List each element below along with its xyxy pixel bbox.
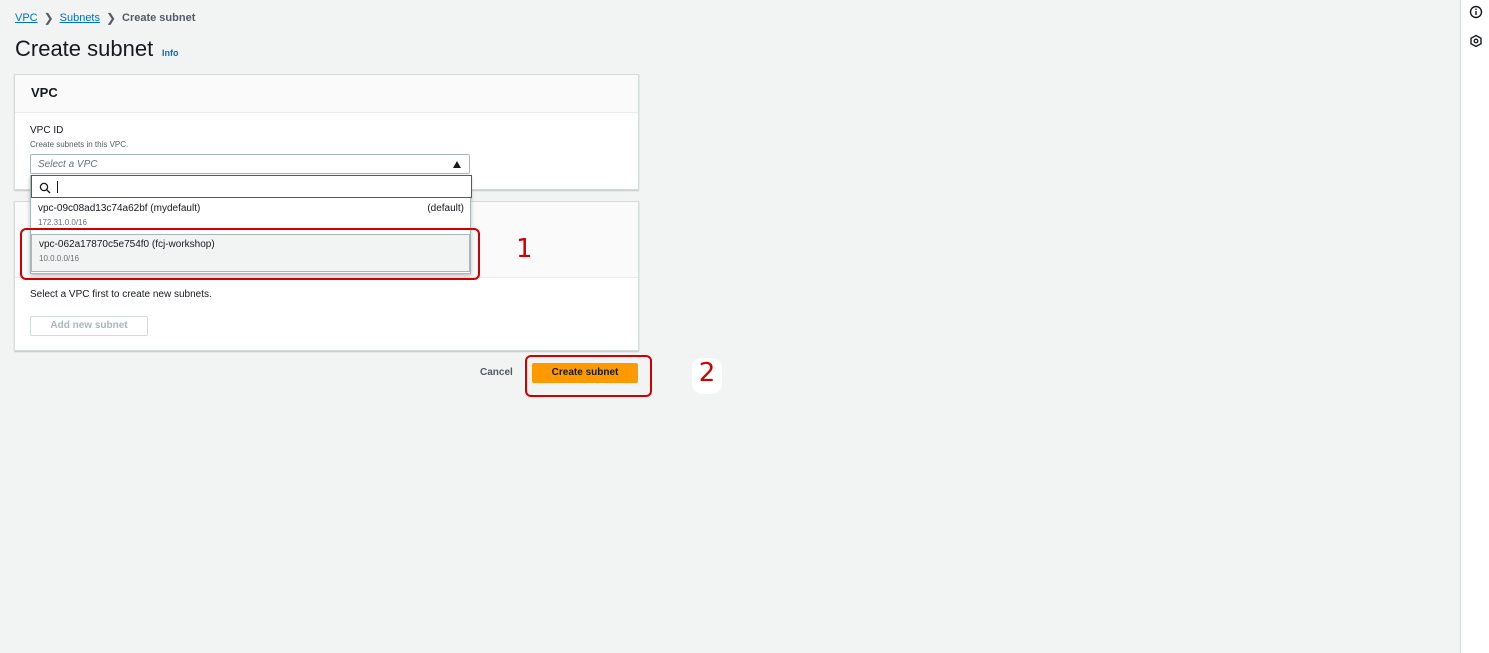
vpc-select-placeholder: Select a VPC <box>38 159 98 170</box>
vpc-panel-header: VPC <box>15 75 638 113</box>
breadcrumb-vpc-link[interactable]: VPC <box>15 12 38 24</box>
vpc-option-cidr: 172.31.0.0/16 <box>38 218 87 227</box>
vpc-option-tag: (default) <box>427 203 464 214</box>
vpc-panel-title: VPC <box>31 85 58 100</box>
vpc-option-id: vpc-09c08ad13c74a62bf (mydefault) <box>38 203 201 214</box>
cancel-button[interactable]: Cancel <box>474 365 519 380</box>
vpc-search-input[interactable] <box>31 175 472 198</box>
caret-up-icon <box>453 161 461 168</box>
breadcrumb: VPC ❯ Subnets ❯ Create subnet <box>15 11 195 25</box>
annotation-highlight-2 <box>525 355 652 397</box>
chevron-right-icon: ❯ <box>43 11 54 25</box>
vpc-id-label: VPC ID <box>30 125 64 136</box>
page-title: Create subnet <box>15 36 154 61</box>
subnet-empty-text: Select a VPC first to create new subnets… <box>30 289 212 300</box>
search-icon <box>39 181 51 194</box>
annotation-step-2: 2 <box>692 358 722 394</box>
annotation-highlight-1 <box>20 228 480 280</box>
info-circle-icon[interactable] <box>1469 5 1483 19</box>
breadcrumb-current: Create subnet <box>122 12 196 24</box>
right-rail <box>1460 0 1489 653</box>
add-new-subnet-button[interactable]: Add new subnet <box>30 316 148 336</box>
breadcrumb-subnets-link[interactable]: Subnets <box>60 12 100 24</box>
info-link[interactable]: Info <box>162 48 179 58</box>
vpc-id-description: Create subnets in this VPC. <box>30 140 129 149</box>
chevron-right-icon: ❯ <box>105 11 117 25</box>
hexagon-settings-icon[interactable] <box>1469 34 1483 48</box>
vpc-select[interactable]: Select a VPC <box>30 154 470 174</box>
annotation-step-1: 1 <box>516 234 533 264</box>
text-cursor <box>57 181 58 193</box>
